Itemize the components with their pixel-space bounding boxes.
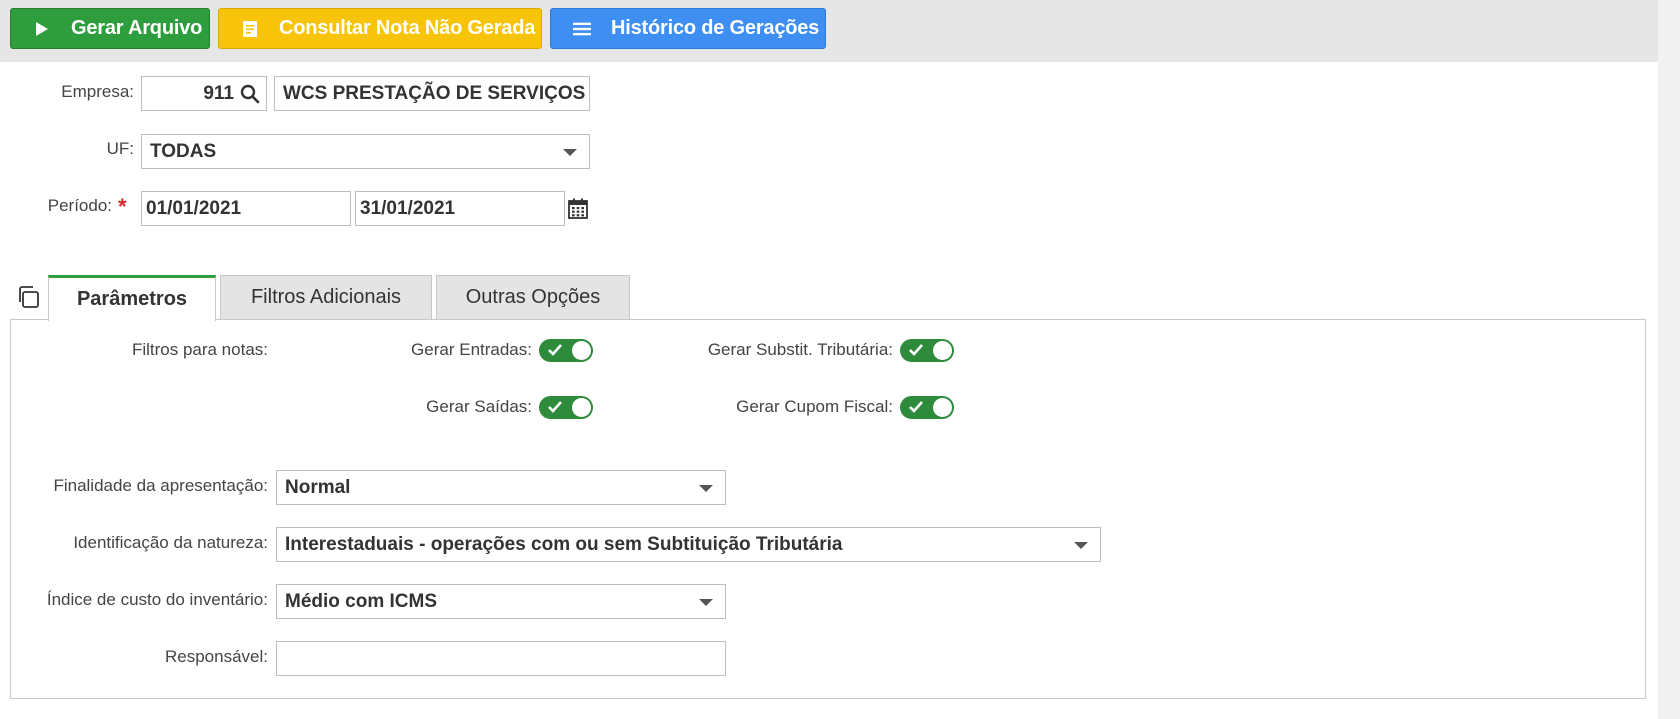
tab-filtros-adicionais[interactable]: Filtros Adicionais bbox=[220, 275, 432, 319]
empresa-code-input[interactable]: 911 bbox=[141, 76, 267, 111]
toggle-knob bbox=[572, 341, 591, 360]
check-icon bbox=[547, 343, 563, 362]
empresa-code-value: 911 bbox=[203, 82, 234, 104]
gerar-substit-toggle[interactable] bbox=[900, 339, 954, 362]
filtros-notas-label: Filtros para notas: bbox=[131, 340, 268, 359]
note-icon bbox=[241, 20, 259, 38]
chevron-down-icon bbox=[699, 484, 713, 492]
chevron-down-icon bbox=[563, 148, 577, 156]
check-icon bbox=[908, 400, 924, 419]
check-icon bbox=[908, 343, 924, 362]
history-button[interactable]: Histórico de Gerações bbox=[550, 8, 826, 49]
tab-parametros[interactable]: Parâmetros bbox=[48, 275, 216, 321]
copy-icon[interactable] bbox=[16, 285, 40, 314]
consult-note-button[interactable]: Consultar Nota Não Gerada bbox=[218, 8, 542, 49]
empresa-name-field: WCS PRESTAÇÃO DE SERVIÇOS bbox=[274, 76, 590, 111]
generate-file-label: Gerar Arquivo bbox=[71, 17, 203, 39]
play-icon bbox=[33, 20, 51, 38]
uf-value: TODAS bbox=[150, 140, 217, 162]
uf-select[interactable]: TODAS bbox=[141, 134, 590, 169]
natureza-label: Identificação da natureza: bbox=[73, 533, 268, 552]
check-icon bbox=[547, 400, 563, 419]
natureza-select[interactable]: Interestaduais - operações com ou sem Su… bbox=[276, 527, 1101, 562]
gerar-entradas-label: Gerar Entradas: bbox=[411, 340, 532, 359]
periodo-label: Período: bbox=[47, 196, 112, 215]
chevron-down-icon bbox=[1074, 541, 1088, 549]
gerar-entradas-toggle[interactable] bbox=[539, 339, 593, 362]
toggle-knob bbox=[572, 398, 591, 417]
natureza-value: Interestaduais - operações com ou sem Su… bbox=[285, 533, 843, 555]
tab-filtros-adicionais-label: Filtros Adicionais bbox=[250, 286, 402, 308]
gerar-saidas-label: Gerar Saídas: bbox=[426, 397, 532, 416]
responsavel-input[interactable] bbox=[276, 641, 726, 676]
gerar-substit-label: Gerar Substit. Tributária: bbox=[707, 340, 893, 359]
periodo-start-input[interactable]: 01/01/2021 bbox=[141, 191, 351, 226]
search-icon[interactable] bbox=[240, 84, 260, 104]
toggle-knob bbox=[933, 341, 952, 360]
uf-label: UF: bbox=[106, 139, 134, 158]
vertical-scrollbar[interactable] bbox=[1658, 0, 1680, 719]
list-icon bbox=[573, 20, 591, 38]
periodo-end-value: 31/01/2021 bbox=[360, 197, 456, 219]
chevron-down-icon bbox=[699, 598, 713, 606]
responsavel-label: Responsável: bbox=[164, 647, 268, 666]
history-label: Histórico de Gerações bbox=[611, 17, 820, 39]
finalidade-select[interactable]: Normal bbox=[276, 470, 726, 505]
empresa-label: Empresa: bbox=[61, 82, 134, 101]
consult-note-label: Consultar Nota Não Gerada bbox=[279, 17, 536, 39]
finalidade-value: Normal bbox=[285, 476, 351, 498]
parametros-panel bbox=[10, 319, 1646, 699]
finalidade-label: Finalidade da apresentação: bbox=[53, 476, 268, 495]
generate-file-button[interactable]: Gerar Arquivo bbox=[10, 8, 210, 49]
required-asterisk: * bbox=[118, 194, 127, 219]
gerar-cupom-toggle[interactable] bbox=[900, 396, 954, 419]
gerar-saidas-toggle[interactable] bbox=[539, 396, 593, 419]
calendar-icon[interactable] bbox=[568, 198, 588, 224]
periodo-end-input[interactable]: 31/01/2021 bbox=[355, 191, 565, 226]
empresa-name-value: WCS PRESTAÇÃO DE SERVIÇOS bbox=[283, 82, 586, 104]
gerar-cupom-label: Gerar Cupom Fiscal: bbox=[736, 397, 893, 416]
indice-value: Médio com ICMS bbox=[285, 590, 438, 612]
indice-select[interactable]: Médio com ICMS bbox=[276, 584, 726, 619]
tab-outras-opcoes-label: Outras Opções bbox=[465, 286, 601, 308]
periodo-start-value: 01/01/2021 bbox=[146, 197, 242, 219]
toolbar: Gerar Arquivo Consultar Nota Não Gerada … bbox=[0, 0, 1658, 62]
tab-outras-opcoes[interactable]: Outras Opções bbox=[436, 275, 630, 319]
tab-parametros-label: Parâmetros bbox=[76, 288, 188, 310]
toggle-knob bbox=[933, 398, 952, 417]
indice-label: Índice de custo do inventário: bbox=[46, 590, 268, 609]
